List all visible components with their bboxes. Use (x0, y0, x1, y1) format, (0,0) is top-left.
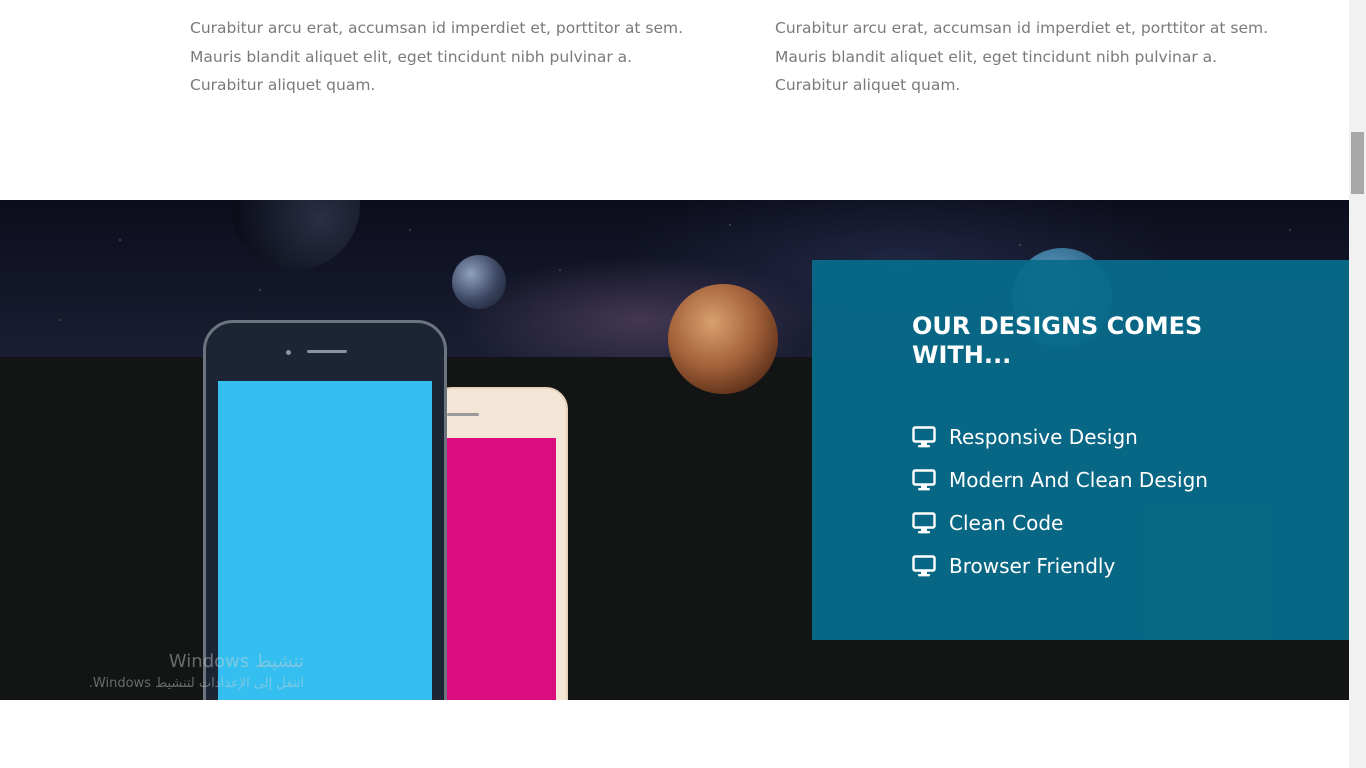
monitor-icon (912, 554, 936, 578)
windows-activation-watermark: تنشيط Windows انتقل إلى الإعدادات لتنشيط… (68, 650, 304, 694)
feature-label: Browser Friendly (949, 553, 1116, 578)
phone-screen-pink (446, 438, 556, 700)
intro-right-line: Curabitur aliquet quam. (775, 76, 961, 94)
features-hero-section: تنشيط Windows انتقل إلى الإعدادات لتنشيط… (0, 200, 1349, 700)
feature-item: Responsive Design (912, 415, 1208, 458)
features-title: OUR DESIGNS COMES WITH... (912, 312, 1203, 369)
features-list: Responsive Design Modern And Clean Desig… (912, 415, 1208, 587)
feature-item: Modern And Clean Design (912, 458, 1208, 501)
planet-orange-decoration (668, 284, 778, 394)
phone-camera (286, 350, 291, 355)
monitor-icon (912, 425, 936, 449)
watermark-subtitle: انتقل إلى الإعدادات لتنشيط Windows. (88, 676, 304, 691)
monitor-icon (912, 511, 936, 535)
feature-label: Responsive Design (949, 424, 1138, 449)
features-panel: OUR DESIGNS COMES WITH... Responsive Des… (812, 260, 1349, 640)
feature-item: Browser Friendly (912, 544, 1208, 587)
page-scrollbar[interactable] (1349, 0, 1366, 768)
intro-left-line: Curabitur aliquet quam. (190, 76, 376, 94)
feature-item: Clean Code (912, 501, 1208, 544)
watermark-title: تنشيط Windows (168, 651, 304, 672)
intro-section: Curabitur arcu erat, accumsan id imperdi… (0, 0, 1349, 200)
phone-speaker (447, 413, 479, 416)
feature-label: Clean Code (949, 510, 1064, 535)
intro-left-line: Mauris blandit aliquet elit, eget tincid… (190, 47, 633, 66)
scrollbar-thumb[interactable] (1351, 132, 1364, 194)
phone-mockup-back (430, 387, 568, 700)
phone-speaker (307, 350, 347, 353)
intro-text-left: Curabitur arcu erat, accumsan id imperdi… (190, 14, 690, 100)
planet-small-decoration (452, 255, 506, 309)
next-section (0, 700, 1349, 768)
intro-text-right: Curabitur arcu erat, accumsan id imperdi… (775, 14, 1275, 100)
feature-label: Modern And Clean Design (949, 467, 1208, 492)
intro-left-line: Curabitur arcu erat, accumsan id imperdi… (190, 19, 684, 37)
phone-mockup-front (203, 320, 447, 700)
intro-right-line: Curabitur arcu erat, accumsan id imperdi… (775, 19, 1269, 37)
intro-right-line: Mauris blandit aliquet elit, eget tincid… (775, 47, 1218, 66)
monitor-icon (912, 468, 936, 492)
